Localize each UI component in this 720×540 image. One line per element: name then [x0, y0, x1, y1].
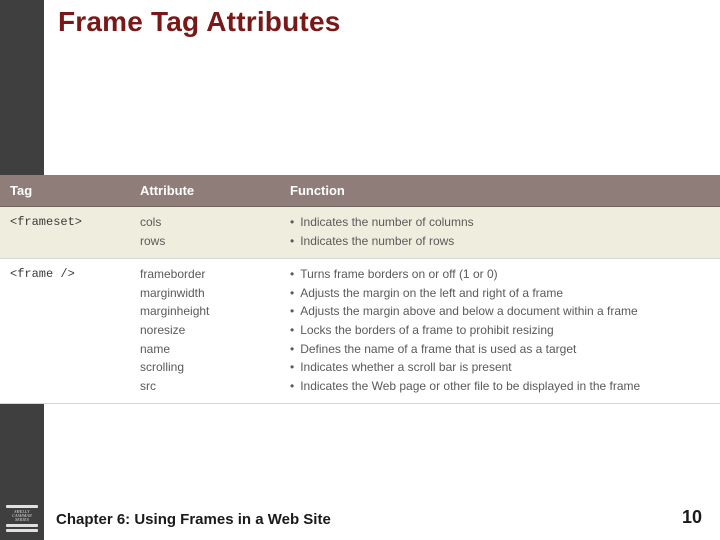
- col-header-tag: Tag: [0, 183, 140, 198]
- page-number: 10: [682, 507, 702, 528]
- func-item: Indicates whether a scroll bar is presen…: [290, 358, 708, 377]
- func-item: Defines the name of a frame that is used…: [290, 340, 708, 359]
- series-label: SHELLY CASHMAN SERIES: [6, 510, 38, 522]
- table-header: Tag Attribute Function: [0, 175, 720, 207]
- attr-item: frameborder: [140, 265, 290, 284]
- table-row: <frame /> frameborder marginwidth margin…: [0, 259, 720, 404]
- attr-item: name: [140, 340, 290, 359]
- func-item: Adjusts the margin on the left and right…: [290, 284, 708, 303]
- cell-func: Indicates the number of columns Indicate…: [290, 213, 720, 250]
- series-logo-icon: SHELLY CASHMAN SERIES: [6, 503, 38, 533]
- attributes-table: Tag Attribute Function <frameset> cols r…: [0, 175, 720, 404]
- cell-attr: cols rows: [140, 213, 290, 250]
- cell-attr: frameborder marginwidth marginheight nor…: [140, 265, 290, 395]
- col-header-attribute: Attribute: [140, 183, 290, 198]
- col-header-function: Function: [290, 183, 720, 198]
- attr-item: cols: [140, 213, 290, 232]
- footer-stripe: SHELLY CASHMAN SERIES: [0, 496, 44, 540]
- func-item: Indicates the Web page or other file to …: [290, 377, 708, 396]
- slide: Frame Tag Attributes Tag Attribute Funct…: [0, 0, 720, 540]
- table-row: <frameset> cols rows Indicates the numbe…: [0, 207, 720, 259]
- attr-item: marginwidth: [140, 284, 290, 303]
- func-item: Indicates the number of columns: [290, 213, 708, 232]
- title-block: Frame Tag Attributes: [58, 6, 340, 38]
- chapter-title: Chapter 6: Using Frames in a Web Site: [56, 511, 331, 528]
- func-item: Indicates the number of rows: [290, 232, 708, 251]
- footer: SHELLY CASHMAN SERIES Chapter 6: Using F…: [0, 496, 720, 540]
- func-item: Adjusts the margin above and below a doc…: [290, 302, 708, 321]
- func-item: Turns frame borders on or off (1 or 0): [290, 265, 708, 284]
- page-title: Frame Tag Attributes: [58, 6, 340, 38]
- func-item: Locks the borders of a frame to prohibit…: [290, 321, 708, 340]
- attr-item: noresize: [140, 321, 290, 340]
- attr-item: marginheight: [140, 302, 290, 321]
- attr-item: src: [140, 377, 290, 396]
- attr-item: scrolling: [140, 358, 290, 377]
- cell-tag: <frameset>: [0, 213, 140, 250]
- cell-func: Turns frame borders on or off (1 or 0) A…: [290, 265, 720, 395]
- attr-item: rows: [140, 232, 290, 251]
- cell-tag: <frame />: [0, 265, 140, 395]
